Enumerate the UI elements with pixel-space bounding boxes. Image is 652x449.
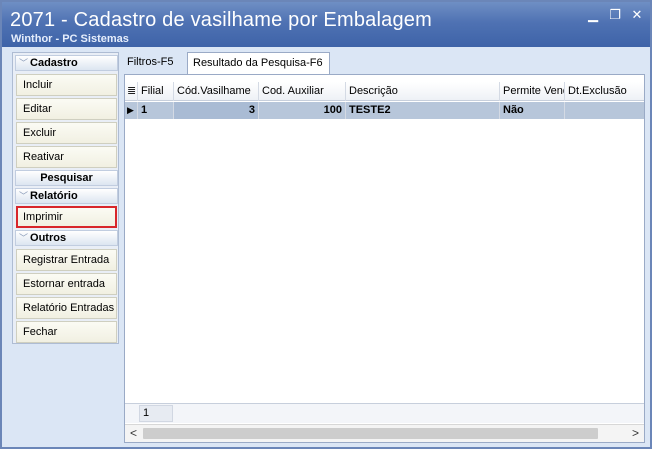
registrar-entrada-button[interactable]: Registrar Entrada [16, 249, 117, 271]
group-header-pesquisar[interactable]: Pesquisar [15, 170, 118, 186]
excluir-button[interactable]: Excluir [16, 122, 117, 144]
group-header-label: Cadastro [30, 57, 78, 69]
double-chevron-down-icon: ﹀ [19, 233, 29, 243]
cell-cod-vasilhame[interactable]: 3 [174, 102, 259, 119]
double-chevron-down-icon: ﹀ [19, 58, 29, 68]
window-subtitle: Winthor - PC Sistemas [11, 33, 129, 45]
close-icon[interactable]: ✕ [630, 8, 644, 22]
cell-descricao[interactable]: TESTE2 [346, 102, 500, 119]
relatorio-entradas-button[interactable]: Relatório Entradas [16, 297, 117, 319]
scroll-thumb[interactable] [143, 428, 598, 439]
double-chevron-down-icon: ﹀ [19, 191, 29, 201]
group-header-relatorio[interactable]: ﹀ Relatório [15, 188, 118, 204]
fechar-button[interactable]: Fechar [16, 321, 117, 343]
column-chooser-icon[interactable]: ≣ [125, 82, 138, 101]
table-row[interactable]: ▶ 1 3 100 TESTE2 Não [125, 102, 644, 119]
title-bar: 2071 - Cadastro de vasilhame por Embalag… [2, 2, 650, 47]
grid-header: ≣ Filial Cód.Vasilhame Cod. Auxiliar Des… [125, 82, 644, 101]
restore-icon[interactable]: ❐ [608, 8, 622, 22]
scroll-left-icon[interactable]: < [125, 425, 142, 442]
incluir-button[interactable]: Incluir [16, 74, 117, 96]
group-header-label: Relatório [30, 190, 78, 202]
column-header-filial[interactable]: Filial [138, 82, 174, 101]
scroll-right-icon[interactable]: > [627, 425, 644, 442]
imprimir-button[interactable]: Imprimir [16, 206, 117, 228]
application-window: 2071 - Cadastro de vasilhame por Embalag… [0, 0, 652, 449]
window-title: 2071 - Cadastro de vasilhame por Embalag… [10, 9, 432, 31]
tab-resultado-pesquisa[interactable]: Resultado da Pesquisa-F6 [187, 52, 330, 74]
cell-cod-auxiliar[interactable]: 100 [259, 102, 346, 119]
minimize-icon[interactable]: ▁ [586, 8, 600, 22]
row-indicator-icon: ▶ [125, 102, 138, 119]
window-controls: ▁ ❐ ✕ [586, 8, 644, 22]
record-count: 1 [139, 405, 173, 422]
results-grid: ≣ Filial Cód.Vasilhame Cod. Auxiliar Des… [124, 74, 645, 443]
grid-footer: 1 [125, 403, 644, 423]
sidebar: ﹀ Cadastro Incluir Editar Excluir Reativa… [12, 52, 119, 344]
column-header-cod-vasilhame[interactable]: Cód.Vasilhame [174, 82, 259, 101]
column-header-dt-exclusao[interactable]: Dt.Exclusão [565, 82, 644, 101]
column-header-permite-venda[interactable]: Permite Venda [500, 82, 565, 101]
group-header-outros[interactable]: ﹀ Outros [15, 230, 118, 246]
column-header-descricao[interactable]: Descrição [346, 82, 500, 101]
cell-filial[interactable]: 1 [138, 102, 174, 119]
estornar-entrada-button[interactable]: Estornar entrada [16, 273, 117, 295]
editar-button[interactable]: Editar [16, 98, 117, 120]
cell-dt-exclusao[interactable] [565, 102, 644, 119]
horizontal-scrollbar[interactable]: < > [125, 424, 644, 442]
group-header-cadastro[interactable]: ﹀ Cadastro [15, 55, 118, 71]
tab-filtros[interactable]: Filtros-F5 [122, 52, 184, 74]
column-header-cod-auxiliar[interactable]: Cod. Auxiliar [259, 82, 346, 101]
cell-permite-venda[interactable]: Não [500, 102, 565, 119]
group-header-label: Outros [30, 232, 67, 244]
reativar-button[interactable]: Reativar [16, 146, 117, 168]
